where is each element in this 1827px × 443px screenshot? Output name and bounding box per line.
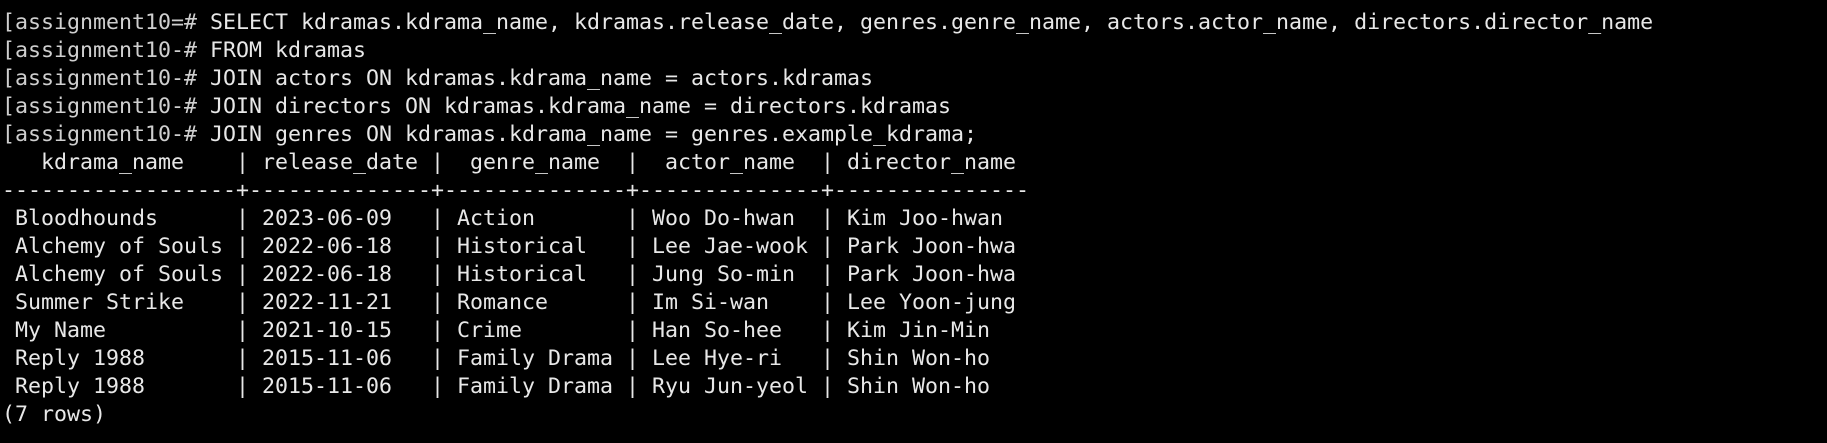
- command-line: [assignment10-# JOIN actors ON kdramas.k…: [2, 65, 1827, 93]
- command-line: [assignment10-# JOIN directors ON kdrama…: [2, 93, 1827, 121]
- table-row: Alchemy of Souls | 2022-06-18 | Historic…: [2, 234, 1017, 259]
- terminal-window[interactable]: [assignment10=# SELECT kdramas.kdrama_na…: [0, 0, 1827, 443]
- command-text: FROM kdramas: [210, 38, 367, 63]
- prompt: [assignment10-#: [2, 94, 211, 119]
- row-count: (7 rows): [2, 402, 107, 427]
- table-row: Alchemy of Souls | 2022-06-18 | Historic…: [2, 262, 1017, 287]
- prompt: [assignment10=#: [2, 10, 211, 35]
- prompt: [assignment10-#: [2, 66, 211, 91]
- command-line: [assignment10-# FROM kdramas: [2, 37, 1827, 65]
- result-header: kdrama_name | release_date | genre_name …: [2, 150, 1017, 175]
- command-line: [assignment10=# SELECT kdramas.kdrama_na…: [2, 9, 1827, 37]
- prompt: [assignment10-#: [2, 38, 211, 63]
- table-row: Reply 1988 | 2015-11-06 | Family Drama |…: [2, 346, 991, 371]
- command-line: [assignment10-# JOIN genres ON kdramas.k…: [2, 121, 1827, 149]
- command-text: JOIN genres ON kdramas.kdrama_name = gen…: [210, 122, 978, 147]
- command-text: SELECT kdramas.kdrama_name, kdramas.rele…: [210, 10, 1654, 35]
- command-text: JOIN actors ON kdramas.kdrama_name = act…: [210, 66, 874, 91]
- prompt: [assignment10-#: [2, 122, 211, 147]
- command-text: JOIN directors ON kdramas.kdrama_name = …: [210, 94, 952, 119]
- table-row: Reply 1988 | 2015-11-06 | Family Drama |…: [2, 374, 991, 399]
- result-separator: ------------------+--------------+------…: [2, 178, 1030, 203]
- table-row: Summer Strike | 2022-11-21 | Romance | I…: [2, 290, 1017, 315]
- table-row: My Name | 2021-10-15 | Crime | Han So-he…: [2, 318, 991, 343]
- table-row: Bloodhounds | 2023-06-09 | Action | Woo …: [2, 206, 1004, 231]
